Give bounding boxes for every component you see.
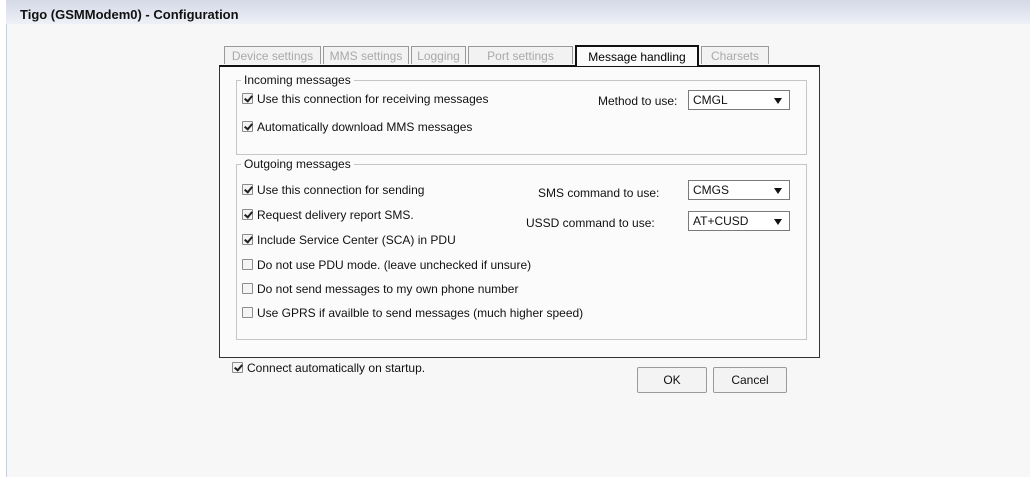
delivery-report-option[interactable]: Request delivery report SMS.: [242, 207, 414, 223]
auto-download-mms-label: Automatically download MMS messages: [257, 120, 473, 134]
tab-mms-settings[interactable]: MMS settings: [323, 46, 409, 64]
use-for-sending-option[interactable]: Use this connection for sending: [242, 182, 424, 198]
message-handling-panel: Incoming messages Use this connection fo…: [219, 65, 820, 358]
sms-command-select[interactable]: CMGS: [688, 180, 790, 200]
outgoing-messages-legend: Outgoing messages: [244, 157, 351, 171]
chevron-down-icon: [774, 219, 782, 225]
no-pdu-mode-option[interactable]: Do not use PDU mode. (leave unchecked if…: [242, 257, 531, 273]
tab-port-settings[interactable]: Port settings: [468, 46, 573, 64]
method-label: Method to use:: [598, 94, 678, 108]
checkbox-icon[interactable]: [242, 259, 253, 270]
tab-device-settings[interactable]: Device settings: [224, 46, 321, 64]
ussd-command-select[interactable]: AT+CUSD: [688, 211, 790, 231]
connect-on-startup-option[interactable]: Connect automatically on startup.: [232, 360, 425, 376]
incoming-messages-group: Incoming messages: [236, 73, 807, 155]
ok-button[interactable]: OK: [637, 367, 707, 393]
connect-on-startup-label: Connect automatically on startup.: [247, 361, 426, 375]
window-title: Tigo (GSMModem0) - Configuration: [20, 7, 239, 22]
no-send-own-number-label: Do not send messages to my own phone num…: [257, 282, 519, 296]
use-for-sending-label: Use this connection for sending: [257, 183, 425, 197]
receive-messages-label: Use this connection for receiving messag…: [257, 92, 489, 106]
sms-command-value: CMGS: [693, 183, 729, 197]
receive-messages-option[interactable]: Use this connection for receiving messag…: [242, 91, 488, 107]
chevron-down-icon: [774, 98, 782, 104]
method-value: CMGL: [693, 93, 728, 107]
chevron-down-icon: [774, 188, 782, 194]
sms-command-label: SMS command to use:: [538, 186, 660, 200]
no-pdu-mode-label: Do not use PDU mode. (leave unchecked if…: [257, 258, 532, 272]
checkbox-icon[interactable]: [242, 307, 253, 318]
checkbox-icon[interactable]: [242, 209, 253, 220]
incoming-messages-legend: Incoming messages: [244, 73, 351, 87]
checkbox-icon[interactable]: [242, 121, 253, 132]
title-bar: Tigo (GSMModem0) - Configuration: [6, 0, 1030, 24]
include-sca-option[interactable]: Include Service Center (SCA) in PDU: [242, 232, 456, 248]
checkbox-icon[interactable]: [242, 234, 253, 245]
checkbox-icon[interactable]: [242, 283, 253, 294]
use-gprs-option[interactable]: Use GPRS if availble to send messages (m…: [242, 305, 583, 321]
checkbox-icon[interactable]: [232, 362, 243, 373]
auto-download-mms-option[interactable]: Automatically download MMS messages: [242, 119, 472, 135]
cancel-button[interactable]: Cancel: [713, 367, 787, 393]
method-select[interactable]: CMGL: [688, 90, 790, 110]
checkbox-icon[interactable]: [242, 93, 253, 104]
ussd-command-value: AT+CUSD: [693, 214, 749, 228]
tab-logging[interactable]: Logging: [411, 46, 466, 64]
no-send-own-number-option[interactable]: Do not send messages to my own phone num…: [242, 281, 518, 297]
include-sca-label: Include Service Center (SCA) in PDU: [257, 233, 456, 247]
tab-charsets[interactable]: Charsets: [701, 46, 769, 64]
use-gprs-label: Use GPRS if availble to send messages (m…: [257, 306, 584, 320]
delivery-report-label: Request delivery report SMS.: [257, 208, 414, 222]
tab-message-handling[interactable]: Message handling: [575, 45, 699, 66]
checkbox-icon[interactable]: [242, 184, 253, 195]
ussd-command-label: USSD command to use:: [526, 216, 655, 230]
